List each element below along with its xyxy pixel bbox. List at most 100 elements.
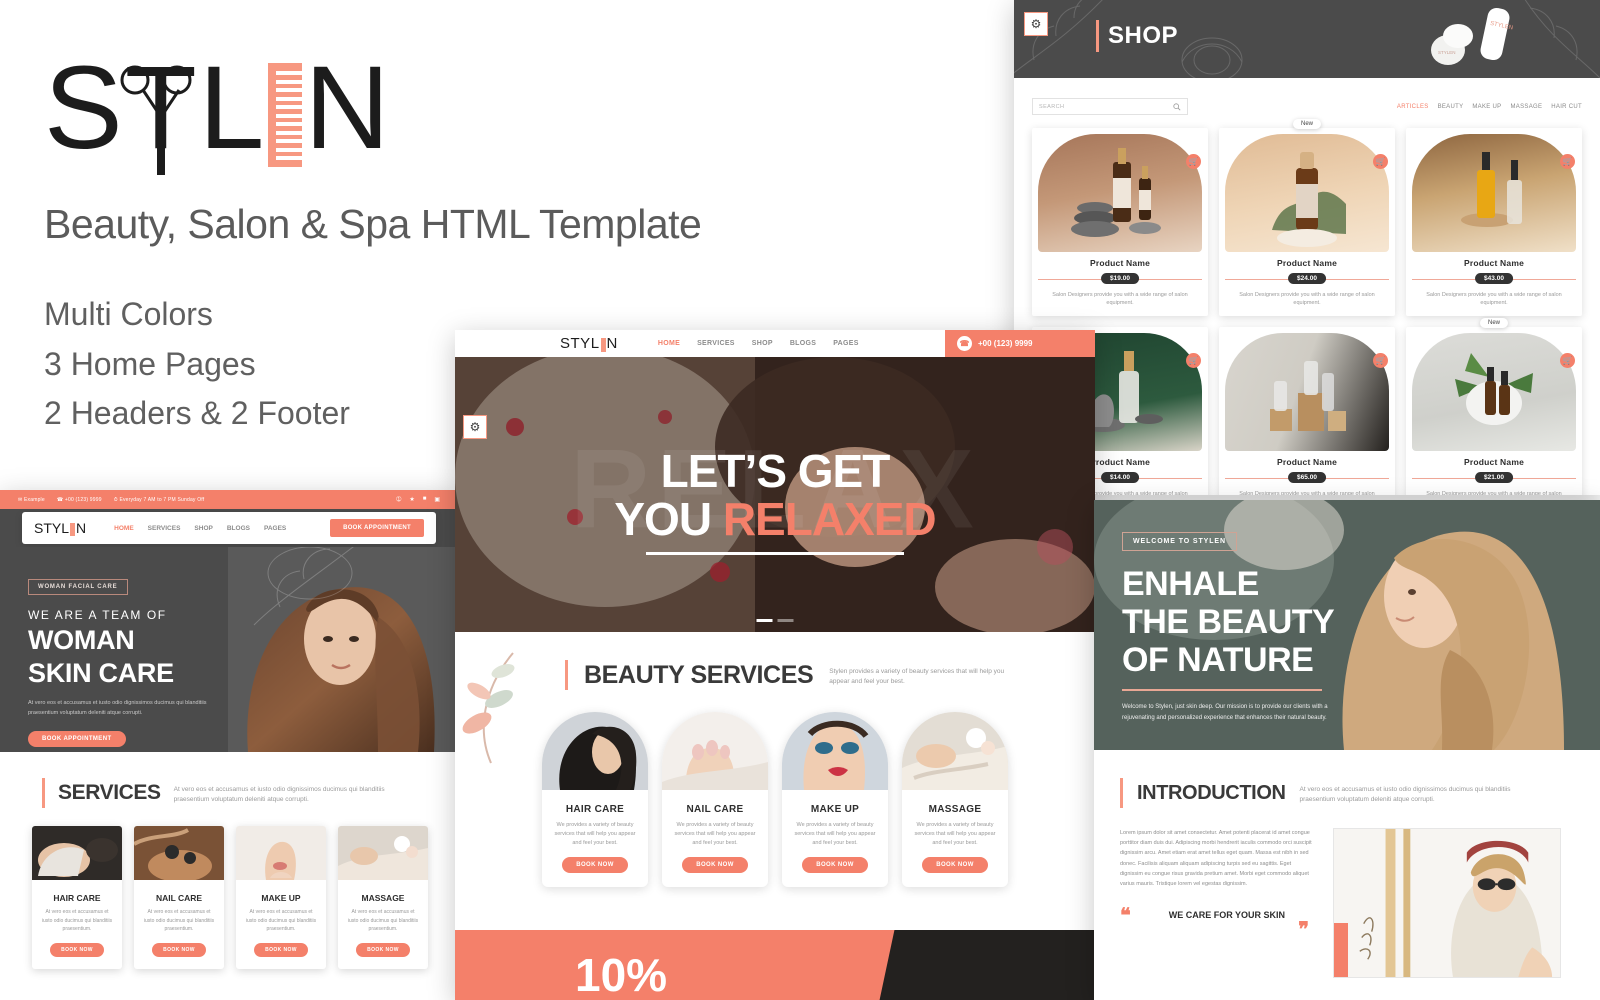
nav-item-services[interactable]: SERVICES (697, 340, 735, 347)
category-hair-cut[interactable]: HAIR CUT (1551, 104, 1582, 110)
shop-body: SEARCH ARTICLES BEAUTY MAKE UP MASSAGE H… (1014, 78, 1600, 495)
topbar-phone[interactable]: ☎ +00 (123) 9999 (57, 497, 102, 503)
introduction-photo (1333, 828, 1561, 978)
product-name: Product Name (1463, 258, 1525, 268)
product-price: $19.00 (1101, 273, 1139, 284)
service-card[interactable]: MAKE UP At vero eos et accusamus et iust… (236, 826, 326, 969)
nav-item-blogs[interactable]: BLOGS (790, 340, 816, 347)
comb-icon (70, 523, 76, 536)
service-card[interactable]: HAIR CARE We provides a variety of beaut… (542, 712, 648, 888)
product-card[interactable]: 🛒 Product Name $43.00 Salon Designers pr… (1406, 128, 1582, 316)
brand-logo-small[interactable]: ST Y L N (560, 335, 618, 352)
title-accent-bar (1096, 20, 1099, 52)
book-now-button[interactable]: BOOK NOW (50, 942, 104, 957)
flower-decor-icon (1181, 37, 1243, 78)
service-card[interactable]: HAIR CARE At vero eos et accusamus et iu… (32, 826, 122, 969)
logo-part-l: L (198, 42, 267, 174)
home-page-mockup-left: ✉ Example ☎ +00 (123) 9999 ⏱ Everyday 7 … (0, 490, 458, 1000)
instagram-icon[interactable]: ▣ (434, 496, 440, 503)
gear-icon[interactable]: ⚙ (463, 415, 487, 439)
nav-item-shop[interactable]: SHOP (752, 340, 773, 347)
service-image-hair-care (542, 712, 648, 790)
search-input[interactable]: SEARCH (1032, 98, 1188, 115)
product-card[interactable]: 🛒 Product Name $65.00 Salon Designers pr… (1219, 326, 1395, 496)
hero-title-line3: OF NATURE (1122, 641, 1314, 680)
nav-item-shop[interactable]: SHOP (194, 525, 212, 532)
add-to-cart-icon[interactable]: 🛒 (1560, 352, 1575, 368)
service-card[interactable]: MASSAGE We provides a variety of beauty … (902, 712, 1008, 888)
hero-book-button[interactable]: BOOK APPOINTMENT (28, 731, 126, 748)
service-description: We provides a variety of beauty services… (794, 822, 876, 847)
brand-logo-small[interactable]: ST Y L N (34, 520, 86, 536)
introduction-paragraph: Lorem ipsum dolor sit amet consectetur. … (1120, 830, 1312, 887)
nav-item-services[interactable]: SERVICES (148, 525, 181, 532)
nav-item-pages[interactable]: PAGES (833, 340, 859, 347)
title-accent-bar (565, 660, 568, 690)
add-to-cart-icon[interactable]: 🛒 (1186, 352, 1201, 368)
service-description: We provides a variety of beauty services… (914, 822, 996, 847)
add-to-cart-icon[interactable]: 🛒 (1373, 154, 1388, 169)
book-now-button[interactable]: BOOK NOW (802, 857, 868, 874)
nav-item-home[interactable]: HOME (658, 340, 680, 347)
service-image-massage (902, 712, 1008, 790)
carousel-dot[interactable] (777, 619, 794, 622)
topbar-hours: ⏱ Everyday 7 AM to 7 PM Sunday Off (113, 496, 205, 503)
add-to-cart-icon[interactable]: 🛒 (1186, 154, 1201, 169)
book-now-button[interactable]: BOOK NOW (562, 857, 628, 874)
product-price-row: $24.00 (1219, 273, 1395, 285)
category-massage[interactable]: MASSAGE (1510, 104, 1542, 110)
book-now-button[interactable]: BOOK NOW (152, 942, 206, 957)
service-card[interactable]: NAIL CARE We provides a variety of beaut… (662, 712, 768, 888)
category-articles[interactable]: ARTICLES (1397, 104, 1429, 110)
twitter-icon[interactable]: ★ (409, 496, 414, 503)
book-now-button[interactable]: BOOK NOW (682, 857, 748, 874)
carousel-dot[interactable] (756, 619, 773, 622)
services-grid: HAIR CARE We provides a variety of beaut… (455, 712, 1095, 888)
product-hero-image: STYLEN STYLEN (1431, 7, 1513, 65)
linkedin-icon[interactable]: ■ (423, 496, 427, 503)
product-card[interactable]: 🛒 Product Name $19.00 Salon Designers pr… (1032, 128, 1208, 316)
product-name: Product Name (1276, 456, 1338, 467)
services-grid: HAIR CARE At vero eos et accusamus et iu… (0, 808, 458, 969)
introduction-title: INTRODUCTION (1137, 781, 1286, 804)
facebook-icon[interactable]: ➀ (396, 496, 401, 503)
service-name: MASSAGE (928, 804, 982, 815)
hero-copy: WELCOME TO STYLEN ENHALE THE BEAUTY OF N… (1122, 530, 1372, 724)
carousel-dots[interactable] (756, 619, 794, 622)
service-image-make-up (236, 826, 326, 880)
hero-lead: Welcome to Stylen, just skin deep. Our m… (1122, 704, 1328, 722)
book-now-button[interactable]: BOOK NOW (356, 942, 410, 957)
gear-icon[interactable]: ⚙ (1024, 12, 1048, 36)
quote-open-icon: ❝ (1120, 905, 1131, 928)
hero-title-line1: ENHALE (1122, 565, 1259, 603)
product-card[interactable]: New 🛒 Product Name $21.00 Salon Designer… (1406, 317, 1582, 495)
book-now-button[interactable]: BOOK NOW (254, 942, 308, 957)
promo-tagline: Beauty, Salon & Spa HTML Template (44, 201, 702, 247)
nav-item-blogs[interactable]: BLOGS (227, 525, 250, 532)
product-image (1412, 134, 1576, 252)
book-appointment-button[interactable]: BOOK APPOINTMENT (330, 519, 424, 537)
product-card[interactable]: New 🛒 Product Name $24.00 Salon Designer… (1219, 119, 1395, 316)
category-beauty[interactable]: BEAUTY (1438, 104, 1464, 110)
topbar-email-text: Example (23, 496, 45, 503)
nav-item-pages[interactable]: PAGES (264, 525, 286, 532)
service-card[interactable]: MASSAGE At vero eos et accusamus et iust… (338, 826, 428, 969)
service-card[interactable]: MAKE UP We provides a variety of beauty … (782, 712, 888, 888)
service-name: MAKE UP (261, 893, 301, 903)
service-card[interactable]: NAIL CARE At vero eos et accusamus et iu… (134, 826, 224, 969)
promo-strip: 10% (455, 930, 1095, 1000)
add-to-cart-icon[interactable]: 🛒 (1560, 154, 1575, 169)
add-to-cart-icon[interactable]: 🛒 (1373, 352, 1388, 368)
book-now-button[interactable]: BOOK NOW (922, 857, 988, 874)
shop-hero-banner: SHOP ⚙ STYLEN STYLEN (1014, 0, 1600, 78)
service-name: MASSAGE (361, 893, 405, 903)
phone-cta[interactable]: ☎ +00 (123) 9999 (945, 330, 1095, 357)
topbar-email[interactable]: ✉ Example (18, 497, 45, 503)
comb-icon (600, 338, 606, 352)
product-description: Salon Designers provide you with a wide … (1239, 490, 1375, 496)
nav-item-home[interactable]: HOME (114, 525, 134, 532)
showcase-canvas: ST L N Beauty, Salon & Spa HTML Template… (0, 0, 1600, 1000)
service-description: At vero eos et accusamus et iusto odio d… (245, 909, 317, 932)
category-make-up[interactable]: MAKE UP (1472, 104, 1501, 110)
hero-badge: WOMAN FACIAL CARE (28, 579, 128, 595)
